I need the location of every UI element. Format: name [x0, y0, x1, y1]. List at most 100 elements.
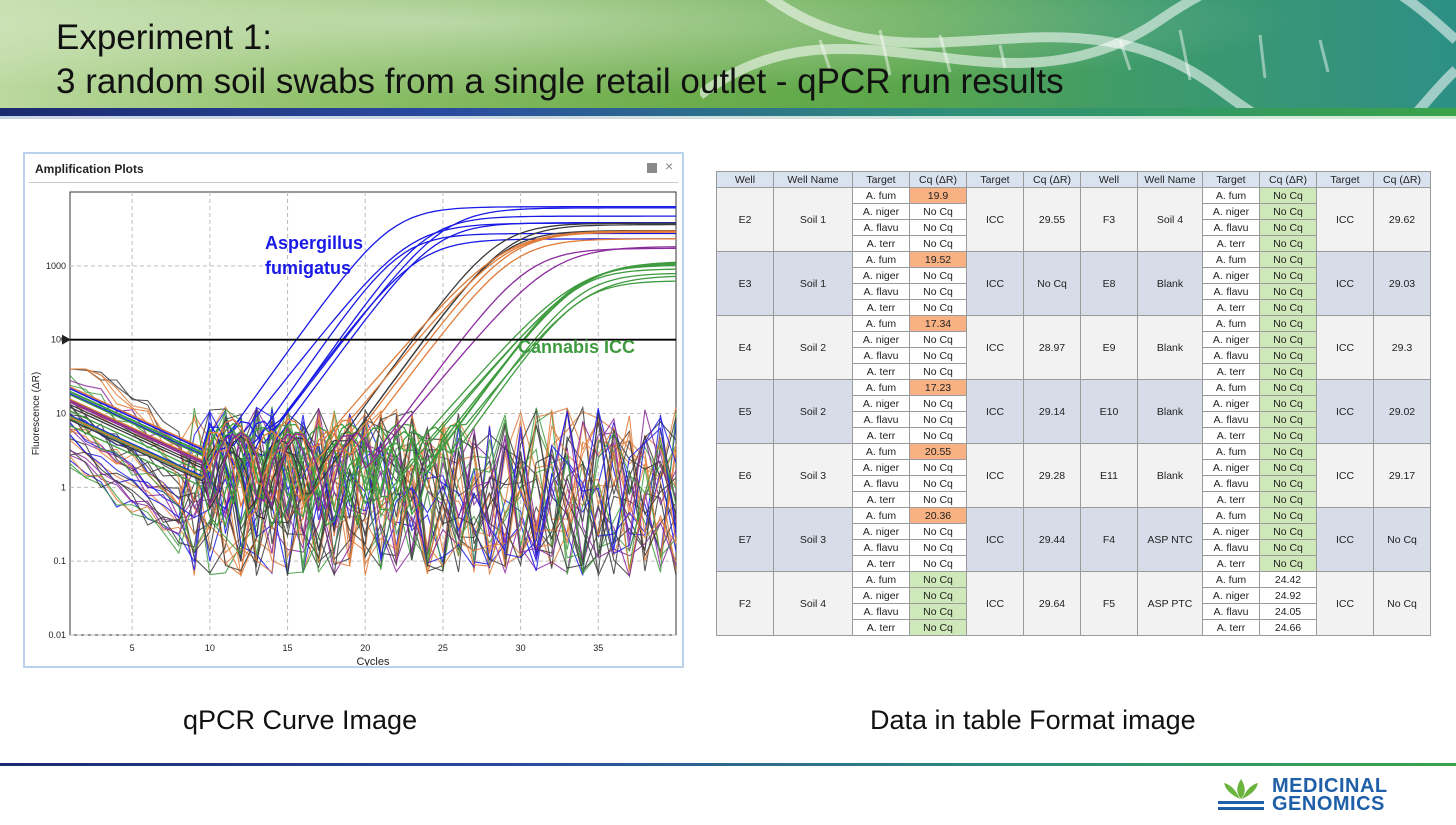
- well-cell: E5: [716, 379, 774, 444]
- cq-cell: No Cq: [909, 555, 967, 572]
- table-row: F2 Soil 4 A. fum No Cq ICC 29.64 F5 ASP PTC A. f…: [716, 571, 1431, 636]
- cq-cell: No Cq: [1259, 331, 1317, 348]
- target-cell: A. fum: [1202, 571, 1260, 588]
- slide-title: Experiment 1: 3 random soil swabs from a…: [56, 16, 1064, 104]
- icc-target-cell: ICC: [1316, 507, 1374, 572]
- icc-target-cell: ICC: [1316, 443, 1374, 508]
- target-cell: A. flavu: [1202, 347, 1260, 364]
- cq-cell: No Cq: [909, 299, 967, 316]
- icc-target-cell: ICC: [966, 315, 1024, 380]
- well-cell: E7: [716, 507, 774, 572]
- col-header: Cq (ΔR): [1023, 171, 1081, 188]
- close-icon[interactable]: ×: [665, 158, 673, 174]
- amplification-plot: 5 10 15 20 25 30 350.010.11101001000CyclesFluo…: [31, 191, 677, 666]
- title-line-1: Experiment 1:: [56, 18, 272, 57]
- well-group: E2 Soil 1 A. fum 19.9 ICC 29.55 F3 Soil 4 A. fum…: [716, 187, 1431, 252]
- aspergillus-annotation-line-1: Aspergillus: [265, 233, 363, 253]
- icc-target-cell: ICC: [966, 187, 1024, 252]
- icc-target-cell: ICC: [1316, 379, 1374, 444]
- header-stripe-shadow: [0, 116, 1456, 119]
- aspergillus-annotation-line-2: fumigatus: [265, 258, 351, 278]
- well-name-cell: Soil 2: [773, 315, 853, 380]
- well-name-cell: Blank: [1137, 443, 1203, 508]
- cq-cell: No Cq: [909, 523, 967, 540]
- col-header: Cq (ΔR): [1373, 171, 1431, 188]
- cq-cell: 24.66: [1259, 619, 1317, 636]
- col-header: Target: [852, 171, 910, 188]
- cq-cell: No Cq: [1259, 523, 1317, 540]
- table-row: E6 Soil 3 A. fum 20.55 ICC 29.28 E11 Blank A. fu…: [716, 443, 1431, 508]
- x-tick-label: 25: [438, 643, 448, 653]
- target-cell: A. fum: [852, 379, 910, 396]
- cq-cell: No Cq: [909, 475, 967, 492]
- cq-cell: No Cq: [1259, 235, 1317, 252]
- left-caption: qPCR Curve Image: [183, 705, 418, 735]
- cq-cell: 24.05: [1259, 603, 1317, 620]
- icc-cq-cell: No Cq: [1373, 571, 1431, 636]
- cq-cell: No Cq: [1259, 315, 1317, 332]
- target-cell: A. niger: [852, 587, 910, 604]
- table-row: E3 Soil 1 A. fum 19.52 ICC No Cq E8 Blank A. fum…: [716, 251, 1431, 316]
- icc-cq-cell: 29.3: [1373, 315, 1431, 380]
- well-name-cell: Soil 3: [773, 443, 853, 508]
- icc-cq-cell: 28.97: [1023, 315, 1081, 380]
- cq-cell: No Cq: [1259, 203, 1317, 220]
- right-caption: Data in table Format image: [870, 705, 1196, 735]
- icc-target-cell: ICC: [966, 443, 1024, 508]
- target-cell: A. fum: [1202, 507, 1260, 524]
- cq-cell: No Cq: [909, 587, 967, 604]
- x-axis-label: Cycles: [356, 656, 390, 666]
- y-tick-label: 10: [56, 409, 66, 419]
- cq-cell: No Cq: [1259, 251, 1317, 268]
- amplification-plots-panel: 5 10 15 20 25 30 35 0.01 0.1 1 10 100 1000 Cycles Fluo…: [23, 152, 684, 668]
- icc-target-cell: ICC: [966, 379, 1024, 444]
- well-cell: E11: [1080, 443, 1138, 508]
- x-tick-label: 15: [283, 643, 293, 653]
- target-cell: A. flavu: [852, 347, 910, 364]
- target-cell: A. terr: [852, 619, 910, 636]
- qpcr-results-table: Well Well Name Target Cq (ΔR) Target Cq (ΔR) W…: [716, 171, 1431, 636]
- icc-cq-cell: No Cq: [1023, 251, 1081, 316]
- col-header: Well: [716, 171, 774, 188]
- col-header: Cq (ΔR): [909, 171, 967, 188]
- icc-cq-cell: 29.28: [1023, 443, 1081, 508]
- icc-target-cell: ICC: [966, 251, 1024, 316]
- well-name-cell: Blank: [1137, 315, 1203, 380]
- table-header-row: Well Well Name Target Cq (ΔR) Target Cq (ΔR) W…: [716, 171, 1431, 188]
- y-tick-label: 0.01: [48, 630, 66, 640]
- table-row: E2 Soil 1 A. fum 19.9 ICC 29.55 F3 Soil 4 A. fum…: [716, 187, 1431, 252]
- target-cell: A. flavu: [1202, 539, 1260, 556]
- target-cell: A. niger: [1202, 267, 1260, 284]
- well-cell: E10: [1080, 379, 1138, 444]
- well-name-cell: ASP NTC: [1137, 507, 1203, 572]
- well-group: E5 Soil 2 A. fum 17.23 ICC 29.14 E10 Blank A. fu…: [716, 379, 1431, 444]
- icc-cq-cell: 29.62: [1373, 187, 1431, 252]
- icc-cq-cell: 29.64: [1023, 571, 1081, 636]
- target-cell: A. niger: [1202, 523, 1260, 540]
- cq-cell: No Cq: [909, 491, 967, 508]
- icc-cq-cell: 29.44: [1023, 507, 1081, 572]
- cq-cell: No Cq: [1259, 219, 1317, 236]
- col-header: Target: [1316, 171, 1374, 188]
- cq-cell: No Cq: [1259, 507, 1317, 524]
- target-cell: A. fum: [852, 251, 910, 268]
- target-cell: A. flavu: [1202, 603, 1260, 620]
- well-name-cell: Soil 3: [773, 507, 853, 572]
- cq-cell: No Cq: [1259, 347, 1317, 364]
- cq-cell: No Cq: [909, 395, 967, 412]
- cq-cell: No Cq: [909, 571, 967, 588]
- cq-cell: No Cq: [1259, 363, 1317, 380]
- target-cell: A. terr: [1202, 363, 1260, 380]
- target-cell: A. fum: [852, 571, 910, 588]
- x-tick-label: 20: [360, 643, 370, 653]
- target-cell: A. terr: [1202, 299, 1260, 316]
- target-cell: A. flavu: [1202, 475, 1260, 492]
- cq-cell: No Cq: [1259, 555, 1317, 572]
- maximize-icon[interactable]: [647, 163, 657, 173]
- cq-cell: No Cq: [1259, 299, 1317, 316]
- logo-mark-icon: [1218, 779, 1264, 810]
- well-cell: E4: [716, 315, 774, 380]
- target-cell: A. terr: [852, 363, 910, 380]
- cq-cell: No Cq: [1259, 475, 1317, 492]
- icc-cq-cell: 29.02: [1373, 379, 1431, 444]
